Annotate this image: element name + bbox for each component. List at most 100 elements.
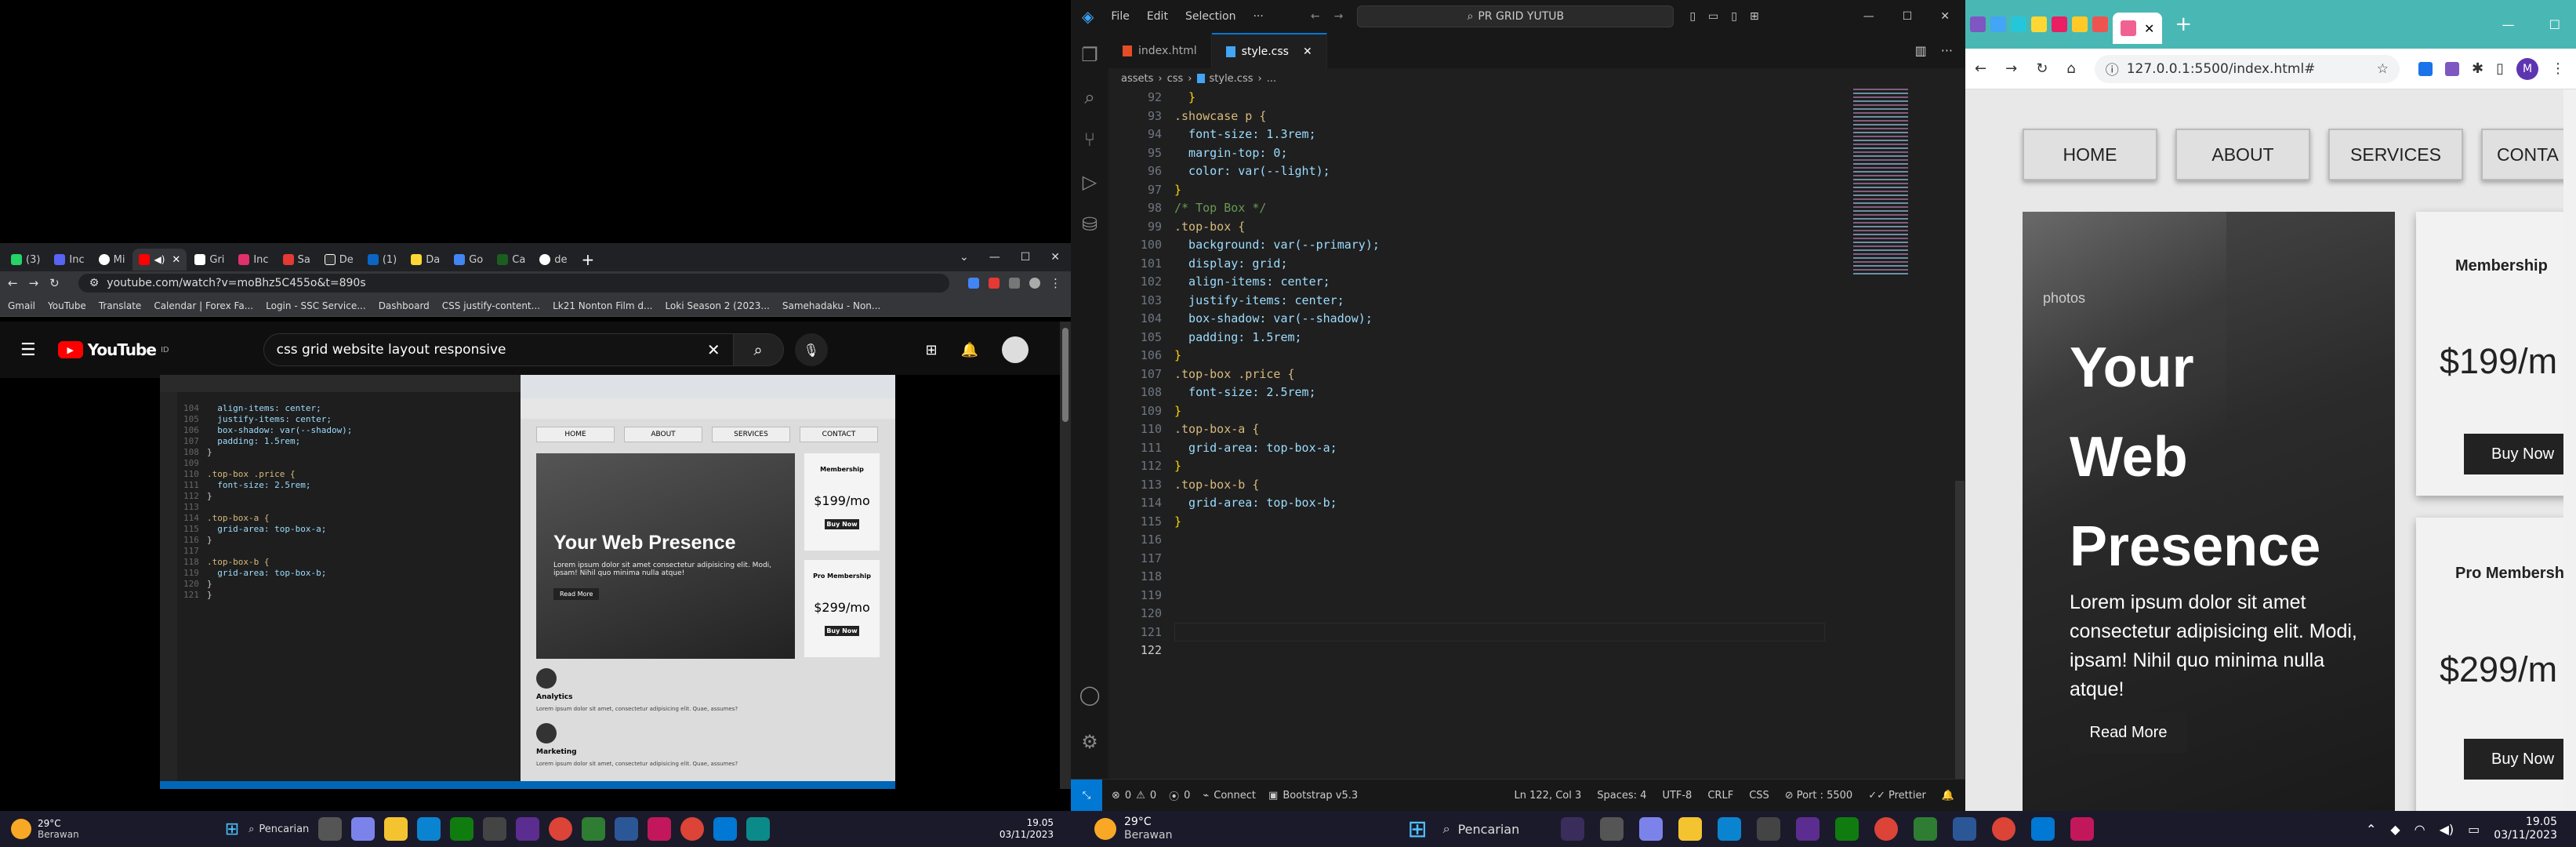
code-line[interactable]: }	[1174, 89, 1380, 107]
app-icon[interactable]	[615, 817, 639, 841]
bookmark-star-icon[interactable]: ☆	[2377, 61, 2389, 77]
vscode-icon[interactable]	[713, 817, 738, 841]
tab-sa[interactable]: Sa	[277, 249, 317, 271]
toggle-secondary-sidebar-icon[interactable]: ▯	[1731, 10, 1737, 23]
minimize-icon[interactable]: —	[2502, 17, 2515, 32]
youtube-search-input[interactable]: css grid website layout responsive ✕	[263, 333, 734, 366]
close-window-icon[interactable]: ✕	[1940, 10, 1950, 23]
encoding[interactable]: UTF-8	[1662, 790, 1692, 802]
reload-icon[interactable]: ↻	[49, 276, 60, 290]
tab-icon[interactable]	[2092, 16, 2108, 32]
maximize-icon[interactable]: ☐	[1903, 10, 1913, 23]
code-line[interactable]: font-size: 1.3rem;	[1174, 125, 1380, 144]
app-icon[interactable]	[516, 817, 540, 841]
menu-icon[interactable]: ⋮	[2551, 60, 2565, 77]
more-actions-icon[interactable]: ···	[1941, 43, 1953, 58]
app-icon[interactable]	[1560, 817, 1584, 841]
tab-ca[interactable]: Ca	[491, 249, 532, 271]
profile-avatar[interactable]: M	[2516, 57, 2538, 80]
minimize-icon[interactable]: —	[1863, 10, 1874, 23]
indentation[interactable]: Spaces: 4	[1597, 790, 1646, 802]
code-line[interactable]: margin-top: 0;	[1174, 144, 1380, 163]
app-tray-icon[interactable]: ◆	[2390, 822, 2400, 837]
speaker-icon[interactable]: ◀)	[154, 254, 165, 265]
code-line[interactable]: .top-box {	[1174, 218, 1380, 237]
video-player[interactable]: 104 align-items: center; 105 justify-item…	[160, 375, 895, 789]
editor-scrollbar[interactable]	[1955, 481, 1965, 779]
app-icon[interactable]	[2070, 817, 2094, 841]
code-line[interactable]: .top-box-b {	[1174, 476, 1380, 495]
ports-indicator[interactable]: ⦿ 0	[1169, 788, 1190, 803]
chrome-icon[interactable]	[1991, 817, 2015, 841]
bookmark-calendar[interactable]: Calendar | Forex Fa...	[154, 300, 253, 311]
tab-icon[interactable]	[2052, 16, 2067, 32]
problems-indicator[interactable]: ⊗ 0 ⚠ 0	[1112, 790, 1156, 802]
extensions-icon[interactable]: ⛁	[1071, 213, 1108, 235]
explorer-icon[interactable]: ❐	[1071, 44, 1108, 66]
volume-icon[interactable]: ◀)	[2440, 822, 2454, 837]
chrome-icon[interactable]	[680, 817, 705, 841]
menu-more[interactable]: ···	[1253, 10, 1263, 23]
back-icon[interactable]: ←	[1975, 60, 1986, 77]
extension-icon[interactable]	[2418, 61, 2433, 76]
notifications-icon[interactable]: 🔔	[961, 342, 978, 358]
prettier-indicator[interactable]: ✓✓ Prettier	[1868, 790, 1926, 802]
windows-start-icon[interactable]: ⊞	[225, 820, 239, 839]
code-line[interactable]: padding: 1.5rem;	[1174, 329, 1380, 347]
task-view-icon[interactable]	[1599, 817, 1624, 841]
breadcrumb-assets[interactable]: assets	[1121, 73, 1153, 85]
scrollbar-thumb[interactable]	[1062, 328, 1068, 422]
bookmark-loki[interactable]: Loki Season 2 (2023...	[665, 300, 769, 311]
customize-layout-icon[interactable]: ⊞	[1750, 10, 1759, 23]
home-icon[interactable]: ⌂	[2066, 60, 2075, 77]
app-icon[interactable]	[1952, 817, 1976, 841]
tab-active-localhost[interactable]: ✕	[2113, 13, 2163, 44]
create-icon[interactable]: ⊞	[925, 342, 937, 358]
bookmark-samehadaku[interactable]: Samehadaku - Non...	[782, 300, 880, 311]
site-info-icon[interactable]: ⚙	[89, 277, 100, 289]
vscode-icon[interactable]	[2030, 817, 2055, 841]
search-button[interactable]: ⌕	[733, 333, 784, 366]
windows-start-icon[interactable]: ⊞	[1407, 816, 1427, 843]
app-icon[interactable]	[1756, 817, 1780, 841]
taskbar-clock[interactable]: 19.05 03/11/2023	[2494, 816, 2557, 842]
code-line[interactable]: /* Top Box */	[1174, 199, 1380, 218]
app-icon[interactable]	[1913, 817, 1937, 841]
battery-icon[interactable]: ▭	[2468, 822, 2480, 837]
box-b-buy-button[interactable]: Buy Now	[2464, 739, 2576, 780]
address-bar[interactable]: ⓘ 127.0.0.1:5500/index.html# ☆	[2094, 54, 2400, 83]
extension-icon[interactable]	[1009, 278, 1020, 289]
tab-inc-1[interactable]: Inc	[48, 249, 90, 271]
hamburger-menu-icon[interactable]: ☰	[20, 340, 36, 360]
maximize-icon[interactable]: ☐	[2549, 17, 2560, 32]
wifi-icon[interactable]: ◠	[2415, 822, 2425, 837]
taskbar-search[interactable]: ⌕ Pencarian	[249, 823, 309, 835]
code-line[interactable]: grid-area: top-box-b;	[1174, 494, 1380, 513]
forward-icon[interactable]: →	[1334, 10, 1344, 23]
account-icon[interactable]: ◯	[1071, 684, 1108, 706]
nav-about[interactable]: ABOUT	[2175, 129, 2310, 180]
tab-search-icon[interactable]: ⌄	[960, 251, 969, 264]
bookmark-css[interactable]: CSS justify-content...	[442, 300, 540, 311]
tab-icon[interactable]	[2011, 16, 2026, 32]
minimap[interactable]	[1853, 89, 1908, 277]
nav-home[interactable]: HOME	[2023, 129, 2157, 180]
cursor-position[interactable]: Ln 122, Col 3	[1515, 790, 1582, 802]
toggle-sidebar-icon[interactable]: ▯	[1689, 10, 1696, 23]
code-line[interactable]: background: var(--primary);	[1174, 236, 1380, 255]
bootstrap-indicator[interactable]: ▣ Bootstrap v5.3	[1268, 790, 1358, 802]
code-line[interactable]: .top-box .price {	[1174, 365, 1380, 384]
voice-search-icon[interactable]: 🎙	[794, 333, 828, 366]
taskbar-search[interactable]: ⌕ Pencarian	[1443, 821, 1545, 837]
bookmark-translate[interactable]: Translate	[99, 300, 142, 311]
avatar[interactable]	[1002, 336, 1029, 363]
code-line[interactable]: }	[1174, 457, 1380, 476]
address-bar[interactable]: ⚙ youtube.com/watch?v=moBhz5C455o&t=890s	[78, 274, 949, 293]
remote-indicator-icon[interactable]: ⤡	[1071, 779, 1102, 812]
code-line[interactable]: justify-items: center;	[1174, 292, 1380, 311]
code-line[interactable]: align-items: center;	[1174, 273, 1380, 292]
extension-icon[interactable]	[989, 278, 1000, 289]
chevron-up-icon[interactable]: ⌃	[2366, 822, 2376, 837]
code-line[interactable]: color: var(--light);	[1174, 162, 1380, 181]
minimize-icon[interactable]: —	[989, 251, 1000, 264]
